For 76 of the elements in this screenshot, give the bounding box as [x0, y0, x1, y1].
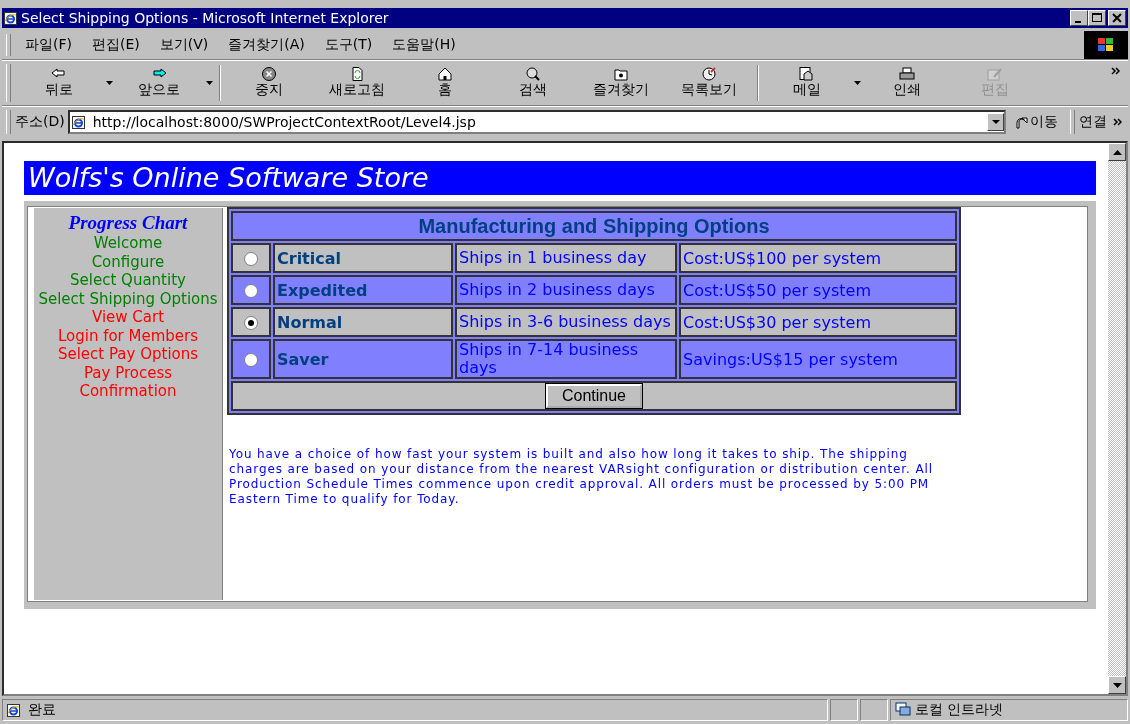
- table-title: Manufacturing and Shipping Options: [231, 211, 957, 241]
- printer-icon: [898, 67, 916, 81]
- vertical-scrollbar[interactable]: [1108, 143, 1126, 694]
- menu-item[interactable]: 즐겨찾기(A): [218, 36, 315, 54]
- radio-button[interactable]: [244, 315, 258, 330]
- radio-button[interactable]: [244, 283, 258, 298]
- menu-item[interactable]: 파일(F): [15, 36, 82, 54]
- mail-icon: [798, 67, 816, 81]
- menu-item[interactable]: 편집(E): [82, 36, 150, 54]
- menu-item[interactable]: 도구(T): [314, 36, 383, 54]
- table-cell: Critical: [273, 243, 453, 273]
- address-field[interactable]: http://localhost:8000/SWProjectContextRoot/Level4.jsp: [67, 110, 1006, 134]
- table-cell: Savings:US$15 per system: [679, 339, 957, 379]
- toolbar-button[interactable]: 앞으로: [115, 63, 203, 103]
- clock-icon: [700, 67, 718, 81]
- page-icon: [71, 115, 85, 129]
- toolbar-button[interactable]: 새로고침: [313, 63, 401, 103]
- table-cell: Cost:US$30 per system: [679, 307, 957, 337]
- intranet-icon: [895, 701, 911, 719]
- maximize-icon: [1092, 13, 1102, 23]
- toolbar-button[interactable]: 홈: [401, 63, 489, 103]
- dropdown-button[interactable]: [987, 113, 1004, 131]
- toolbar-button[interactable]: 인쇄: [863, 63, 951, 103]
- chevron-icon: [1113, 118, 1122, 126]
- maximize-button[interactable]: [1088, 10, 1106, 26]
- page-icon: [7, 703, 20, 717]
- table-cell: Ships in 1 business day: [455, 243, 677, 273]
- back-arrow-icon: [50, 67, 68, 81]
- table-cell: Ships in 2 business days: [455, 275, 677, 305]
- table-cell: Ships in 7-14 business days: [455, 339, 677, 379]
- table-cell: Cost:US$100 per system: [679, 243, 957, 273]
- folder-icon: [612, 67, 630, 81]
- minimize-icon: [1075, 20, 1081, 23]
- windows-logo-icon: [1084, 31, 1128, 59]
- links-button[interactable]: 연결: [1079, 113, 1128, 131]
- toolbar-button[interactable]: 중지: [225, 63, 313, 103]
- radio-button[interactable]: [244, 352, 258, 367]
- status-text: 완료: [28, 701, 56, 719]
- toolbar-button[interactable]: 검색: [489, 63, 577, 103]
- continue-button[interactable]: Continue: [545, 384, 642, 408]
- up-arrow-icon[interactable]: [1112, 149, 1122, 155]
- table-cell: Normal: [273, 307, 453, 337]
- menu-item[interactable]: 도움말(H): [382, 36, 466, 54]
- go-arrow-icon: [1014, 115, 1028, 129]
- search-icon: [524, 67, 542, 81]
- close-button[interactable]: [1108, 10, 1126, 26]
- down-arrow-icon[interactable]: [1112, 682, 1122, 688]
- caret-icon: [991, 119, 1000, 125]
- toolbar-button[interactable]: 목록보기: [665, 63, 753, 103]
- status-pane: [830, 699, 858, 721]
- go-button[interactable]: 이동: [1006, 113, 1066, 131]
- toolbar-button[interactable]: 뒤로: [15, 63, 103, 103]
- table-cell: Ships in 3-6 business days: [455, 307, 677, 337]
- close-icon: [1112, 13, 1122, 23]
- chevron-icon[interactable]: [1111, 67, 1120, 75]
- table-cell: Expedited: [273, 275, 453, 305]
- status-pane: [860, 699, 888, 721]
- address-text: http://localhost:8000/SWProjectContextRoot/Level4.jsp: [92, 114, 477, 130]
- forward-arrow-icon: [150, 67, 168, 81]
- table-cell: Cost:US$50 per system: [679, 275, 957, 305]
- table-cell: Saver: [273, 339, 453, 379]
- edit-icon: [986, 67, 1004, 81]
- stop-icon: [260, 67, 278, 81]
- shipping-note: You have a choice of how fast your system is built and also how long it takes to ship. The shipping charges are based on your distance from the nearest VARsight configuration or distribution center. All Production Schedule Times commence upon credit approval. All orders must be processed by 5:00 PM Eastern Time to qualify for Today.: [229, 447, 935, 507]
- address-label: 주소(D): [15, 113, 65, 131]
- window-title: Select Shipping Options - Microsoft Internet Explorer: [21, 10, 390, 26]
- radio-button[interactable]: [244, 251, 258, 266]
- minimize-button[interactable]: [1070, 10, 1088, 26]
- progress-title: Progress Chart: [67, 212, 189, 234]
- home-icon: [436, 67, 454, 81]
- toolbar-button[interactable]: 즐겨찾기: [577, 63, 665, 103]
- store-banner: Wolfs's Online Software Store: [24, 161, 1096, 195]
- toolbar-button[interactable]: 메일: [763, 63, 851, 103]
- page-icon: [4, 11, 17, 25]
- zone-text: 로컬 인트라넷: [915, 701, 1004, 719]
- menu-item[interactable]: 보기(V): [149, 36, 219, 54]
